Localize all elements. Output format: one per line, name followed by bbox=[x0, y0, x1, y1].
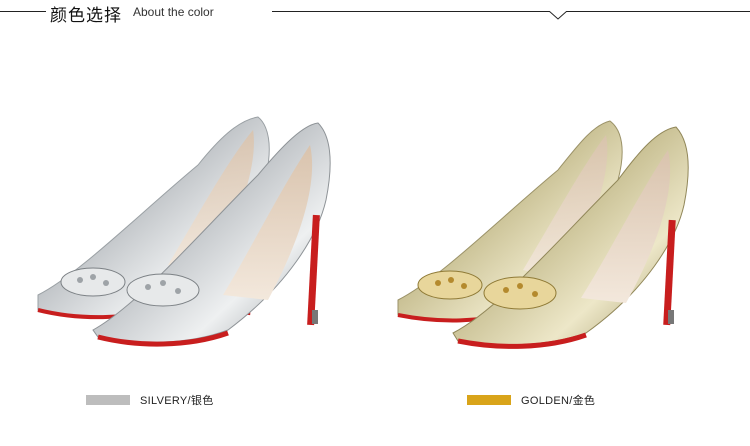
color-option-silvery[interactable]: SILVERY/银色 bbox=[86, 392, 214, 408]
header-rule-left bbox=[0, 11, 46, 12]
section-title-en: About the color bbox=[133, 5, 214, 19]
gold-pumps-illustration bbox=[397, 120, 689, 349]
color-label-golden: GOLDEN/金色 bbox=[521, 395, 596, 407]
color-label-silvery: SILVERY/银色 bbox=[140, 395, 214, 407]
section-title-cn: 颜色选择 bbox=[50, 6, 122, 26]
swatch-silvery bbox=[86, 395, 130, 405]
section-header: 颜色选择 About the color bbox=[0, 0, 750, 26]
swatch-golden bbox=[467, 395, 511, 405]
color-option-golden[interactable]: GOLDEN/金色 bbox=[467, 392, 595, 408]
silver-pumps-illustration bbox=[37, 116, 331, 347]
product-image-silver[interactable] bbox=[18, 105, 358, 365]
header-rule-right bbox=[272, 11, 750, 12]
product-image-gold[interactable] bbox=[378, 105, 718, 365]
header-notch-icon bbox=[549, 11, 567, 20]
